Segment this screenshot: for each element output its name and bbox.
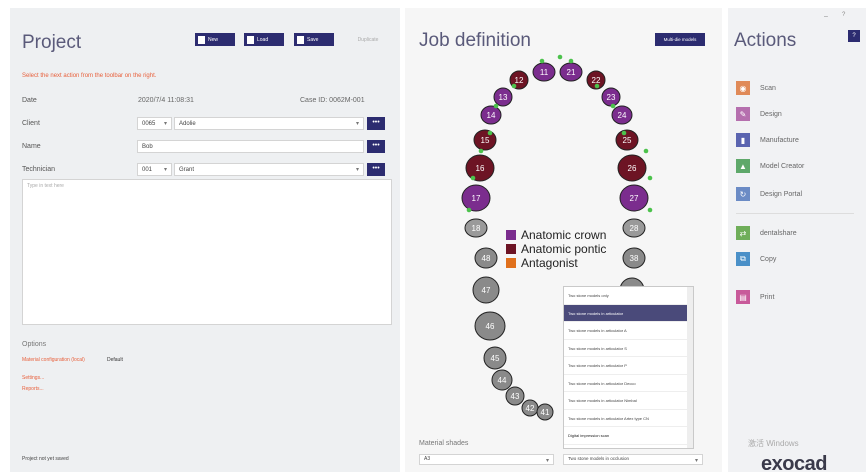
help-icon[interactable]: ? [848, 30, 860, 42]
exocad-window: Project New Load Save Duplicate Select t… [0, 0, 866, 474]
dropdown-option[interactable]: Two stone models in articulator A [564, 322, 693, 340]
client-code-select[interactable]: 0065 [137, 117, 172, 130]
date-value: 2020/7/4 11:08:31 [138, 97, 194, 104]
dropdown-option[interactable]: Two stone models only [564, 287, 693, 305]
name-label: Name [22, 143, 41, 150]
windows-watermark: 激活 Windows [748, 439, 799, 448]
action-dentalshare[interactable]: ⇄ dentalshare [736, 226, 797, 240]
manufacture-icon: ▮ [736, 133, 750, 147]
duplicate-button[interactable]: Duplicate [346, 33, 390, 46]
name-more-button[interactable]: ••• [367, 140, 385, 153]
dropdown-scrollbar[interactable] [687, 287, 693, 448]
load-button[interactable]: Load [244, 33, 284, 46]
technician-label: Technician [22, 166, 56, 173]
project-panel: Project New Load Save Duplicate Select t… [10, 8, 400, 472]
legend-swatch-antagonist [506, 258, 516, 268]
actions-divider [736, 213, 854, 214]
client-label: Client [22, 120, 40, 127]
dentalshare-icon: ⇄ [736, 226, 750, 240]
folder-icon [247, 35, 254, 44]
save-button[interactable]: Save [294, 33, 334, 46]
action-design-portal[interactable]: ↻ Design Portal [736, 187, 802, 201]
project-status: Project not yet saved [22, 456, 69, 462]
dropdown-option[interactable]: Two stone models in articulator P [564, 357, 693, 375]
client-select[interactable]: Adolie [174, 117, 364, 130]
copy-icon: ⧉ [736, 252, 750, 266]
minimize-icon[interactable]: – [824, 13, 828, 20]
dropdown-option[interactable]: Two stone models in articulator S [564, 340, 693, 357]
actions-title: Actions [734, 30, 797, 51]
legend-antagonist: Antagonist [506, 256, 606, 270]
antagonist-dropdown-list[interactable]: Two stone models only Two stone models i… [563, 286, 694, 449]
actions-panel: Actions ? – ? ◉ Scan ✎ Design ▮ Manufacture… [728, 8, 866, 474]
new-icon [198, 35, 205, 44]
multi-die-models-button[interactable]: Multi-die models [655, 33, 705, 46]
action-design[interactable]: ✎ Design [736, 107, 782, 121]
design-icon: ✎ [736, 107, 750, 121]
floppy-icon [297, 35, 304, 44]
action-scan[interactable]: ◉ Scan [736, 81, 776, 95]
action-manufacture[interactable]: ▮ Manufacture [736, 133, 799, 147]
action-print[interactable]: ▤ Print [736, 290, 774, 304]
material-config-link[interactable]: Material configuration (local) [22, 357, 85, 363]
print-icon: ▤ [736, 290, 750, 304]
model-creator-icon: ▲ [736, 159, 750, 173]
technician-more-button[interactable]: ••• [367, 163, 385, 176]
dropdown-option[interactable]: Two stone models in articulator Decco [564, 375, 693, 392]
notes-textarea[interactable]: Type in text here [22, 179, 392, 325]
tooth-legend: Anatomic crown Anatomic pontic Antagonis… [506, 228, 606, 270]
settings-link[interactable]: Settings... [22, 375, 44, 381]
action-copy[interactable]: ⧉ Copy [736, 252, 776, 266]
help-small-icon[interactable]: ? [842, 12, 845, 18]
design-portal-icon: ↻ [736, 187, 750, 201]
antagonist-select[interactable]: Two stone models in occlusion [563, 454, 703, 465]
legend-pontic: Anatomic pontic [506, 242, 606, 256]
material-config-value: Default [107, 357, 123, 363]
technician-select[interactable]: Grant [174, 163, 364, 176]
legend-swatch-crown [506, 230, 516, 240]
legend-crown: Anatomic crown [506, 228, 606, 242]
material-shades-select[interactable]: A3 [419, 454, 554, 465]
legend-swatch-pontic [506, 244, 516, 254]
dropdown-option[interactable]: Two stone models in articulator Artex ty… [564, 410, 693, 427]
dropdown-option-selected[interactable]: Two stone models in articulator [564, 304, 693, 322]
date-label: Date [22, 97, 37, 104]
job-definition-title: Job definition [419, 30, 531, 51]
name-field[interactable]: Bob [137, 140, 364, 153]
project-title: Project [22, 32, 82, 53]
exocad-logo: exocad [761, 453, 827, 474]
options-title: Options [22, 341, 47, 348]
action-model-creator[interactable]: ▲ Model Creator [736, 159, 804, 173]
case-id: Case ID: 0062M-001 [300, 97, 365, 104]
project-hint: Select the next action from the toolbar … [22, 73, 157, 79]
new-button[interactable]: New [195, 33, 235, 46]
technician-code-select[interactable]: 001 [137, 163, 172, 176]
dropdown-option[interactable]: Digital impression scan [564, 427, 693, 445]
scan-icon: ◉ [736, 81, 750, 95]
client-more-button[interactable]: ••• [367, 117, 385, 130]
dropdown-option[interactable]: Two stone models in articulator Nimbal [564, 392, 693, 410]
material-shades-label: Material shades [419, 440, 469, 447]
reports-link[interactable]: Reports... [22, 386, 44, 392]
